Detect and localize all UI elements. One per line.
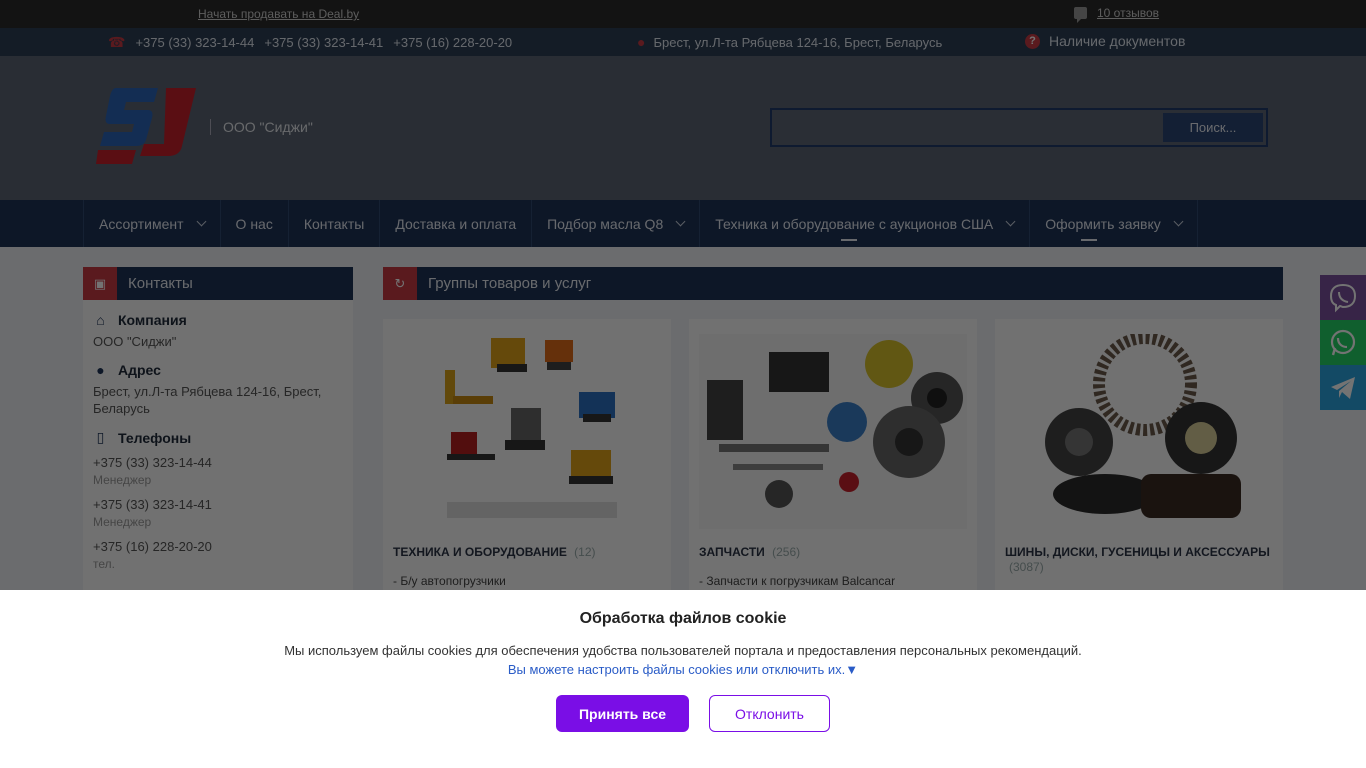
documents-label: Наличие документов: [1049, 33, 1186, 49]
spare-parts-image: [699, 334, 967, 529]
header-address-text: Брест, ул.Л-та Рябцева 124-16, Брест, Бе…: [653, 34, 943, 50]
group-card-tires[interactable]: ШИНЫ, ДИСКИ, ГУСЕНИЦЫ И АКСЕССУАРЫ (3087…: [995, 319, 1283, 619]
groups-header: ↻ Группы товаров и услуг: [383, 267, 1283, 300]
main-nav: Ассортимент О нас Контакты Доставка и оп…: [0, 200, 1366, 247]
cookie-title: Обработка файлов cookie: [579, 610, 787, 627]
whatsapp-icon: [1330, 329, 1356, 355]
search-form: Поиск...: [770, 108, 1268, 147]
chevron-down-icon: [196, 216, 206, 227]
top-bar: Начать продавать на Deal.by 10 отзывов: [0, 0, 1366, 28]
sidebar-phone-2-note: Менеджер: [93, 515, 152, 529]
phones-label: Телефоны: [118, 429, 192, 446]
home-icon: ⌂: [96, 312, 105, 328]
contact-card-icon: ▣: [83, 267, 117, 300]
sidebar-phone-3[interactable]: +375 (16) 228-20-20: [93, 538, 343, 555]
nav-order[interactable]: Оформить заявку: [1029, 200, 1198, 247]
company-section: ⌂ Компания: [93, 312, 343, 328]
nav-underline: [1081, 239, 1098, 241]
nav-oil-q8[interactable]: Подбор масла Q8: [531, 200, 699, 247]
nav-usa-auctions[interactable]: Техника и оборудование с аукционов США: [699, 200, 1029, 247]
cookie-message: Мы используем файлы cookies для обеспече…: [284, 643, 1082, 658]
documents-link[interactable]: ? Наличие документов: [1025, 33, 1185, 49]
telegram-button[interactable]: [1320, 365, 1366, 410]
phones-section: ▯ Телефоны: [93, 429, 343, 446]
card-subitem[interactable]: - Б/у автопогрузчики: [393, 574, 506, 588]
group-card-parts[interactable]: ЗАПЧАСТИ (256) - Запчасти к погрузчикам …: [689, 319, 977, 619]
tires-image: [1045, 334, 1241, 518]
chevron-down-icon: [675, 216, 686, 227]
header-phone-2[interactable]: +375 (33) 323-14-41: [264, 35, 383, 50]
question-icon: ?: [1025, 33, 1040, 49]
card-title[interactable]: ЗАПЧАСТИ (256): [699, 545, 969, 560]
phone-icon: ☎: [108, 34, 126, 50]
accept-all-button[interactable]: Принять все: [556, 695, 689, 732]
address-section: ● Адрес: [93, 362, 343, 378]
search-button[interactable]: Поиск...: [1163, 113, 1263, 142]
nav-label: Доставка и оплата: [395, 215, 517, 232]
header-phone-3[interactable]: +375 (16) 228-20-20: [393, 35, 512, 50]
chat-icon: [1074, 7, 1087, 23]
card-count: (3087): [1009, 560, 1044, 574]
company-logo[interactable]: [96, 84, 200, 166]
sidebar-phone-2[interactable]: +375 (33) 323-14-41: [93, 496, 343, 513]
cookie-banner: Обработка файлов cookie Мы используем фа…: [0, 590, 1366, 768]
chevron-down-icon: [1005, 216, 1016, 227]
chevron-down-icon: [1173, 216, 1184, 227]
address-label: Адрес: [118, 362, 161, 378]
nav-underline: [841, 239, 858, 241]
sidebar-phone-3-note: тел.: [93, 557, 115, 571]
map-pin-icon: ●: [96, 362, 105, 378]
sidebar-phone-1[interactable]: +375 (33) 323-14-44: [93, 454, 343, 471]
card-title-text: ТЕХНИКА И ОБОРУДОВАНИЕ: [393, 545, 567, 559]
card-title-text: ШИНЫ, ДИСКИ, ГУСЕНИЦЫ И АКСЕССУАРЫ: [1005, 545, 1270, 559]
reviews-link[interactable]: 10 отзывов: [1074, 6, 1160, 23]
nav-label: Ассортимент: [99, 215, 184, 232]
equipment-image: [445, 338, 617, 518]
header-address[interactable]: ● Брест, ул.Л-та Рябцева 124-16, Брест, …: [637, 34, 942, 50]
card-count: (256): [772, 545, 801, 559]
nav-contacts[interactable]: Контакты: [287, 200, 379, 247]
start-selling-link[interactable]: Начать продавать на Deal.by: [198, 7, 359, 21]
sidebar-header: ▣ Контакты: [83, 267, 353, 300]
nav-delivery[interactable]: Доставка и оплата: [379, 200, 531, 247]
company-label: Компания: [118, 312, 187, 328]
card-count: (12): [574, 545, 596, 559]
groups-title: Группы товаров и услуг: [428, 275, 592, 292]
group-card-equipment[interactable]: ТЕХНИКА И ОБОРУДОВАНИЕ (12) - Б/у автопо…: [383, 319, 671, 619]
site-header: ООО "Сиджи" Поиск...: [0, 56, 1366, 200]
globe-icon: ●: [637, 34, 646, 50]
telegram-icon: [1331, 376, 1355, 399]
decline-button[interactable]: Отклонить: [709, 695, 830, 732]
arrow-rotate-icon: ↻: [383, 267, 417, 300]
nav-label: Контакты: [303, 215, 365, 232]
header-phone-1[interactable]: +375 (33) 323-14-44: [135, 35, 254, 50]
search-input[interactable]: [778, 114, 1162, 141]
card-subitem[interactable]: - Запчасти к погрузчикам Balcancar: [699, 574, 895, 588]
viber-icon: [1329, 283, 1357, 312]
reviews-label: 10 отзывов: [1097, 6, 1160, 20]
whatsapp-button[interactable]: [1320, 320, 1366, 365]
mobile-icon: ▯: [96, 429, 105, 445]
nav-label: Подбор масла Q8: [547, 215, 664, 232]
nav-about[interactable]: О нас: [219, 200, 288, 247]
nav-assortment[interactable]: Ассортимент: [83, 200, 220, 247]
info-bar: ☎ +375 (33) 323-14-44 +375 (33) 323-14-4…: [0, 28, 1366, 56]
nav-label: Оформить заявку: [1045, 215, 1161, 232]
cookie-settings-link[interactable]: Вы можете настроить файлы cookies или от…: [0, 662, 1366, 677]
nav-label: О нас: [235, 215, 273, 232]
viber-button[interactable]: [1320, 275, 1366, 320]
nav-label: Техника и оборудование с аукционов США: [715, 215, 994, 232]
card-title-text: ЗАПЧАСТИ: [699, 545, 765, 559]
card-title[interactable]: ТЕХНИКА И ОБОРУДОВАНИЕ (12): [393, 545, 663, 560]
company-name: ООО "Сиджи": [210, 119, 313, 135]
sidebar-contacts: ⌂ Компания ООО "Сиджи" ● Адрес Брест, ул…: [83, 300, 353, 600]
sidebar-phone-1-note: Менеджер: [93, 473, 152, 487]
card-title[interactable]: ШИНЫ, ДИСКИ, ГУСЕНИЦЫ И АКСЕССУАРЫ (3087…: [1005, 545, 1275, 575]
address-value: Брест, ул.Л-та Рябцева 124-16, Брест, Бе…: [93, 384, 322, 416]
sidebar-title: Контакты: [128, 275, 193, 292]
company-value: ООО "Сиджи": [93, 334, 177, 349]
header-phones: ☎ +375 (33) 323-14-44 +375 (33) 323-14-4…: [108, 34, 512, 51]
